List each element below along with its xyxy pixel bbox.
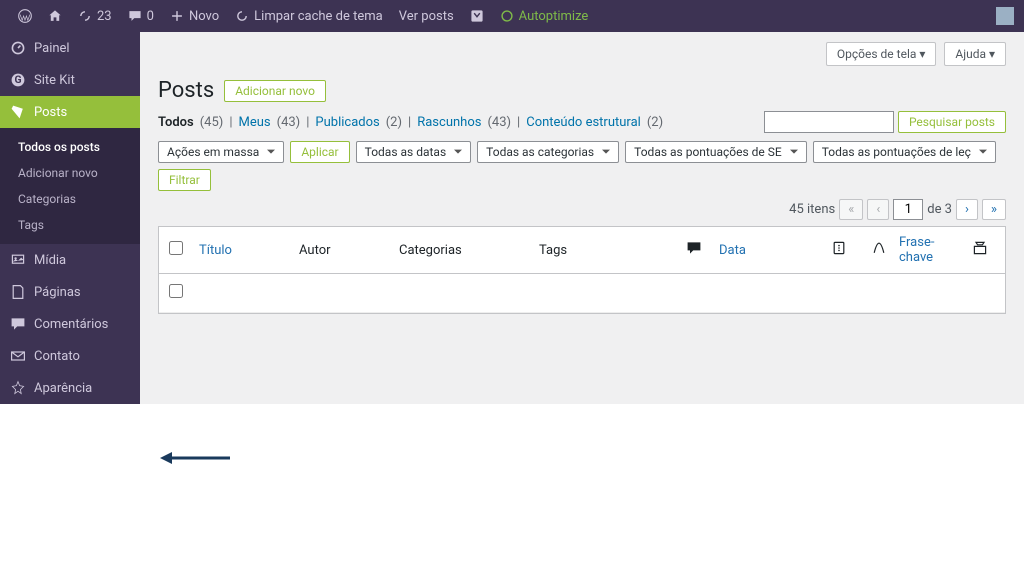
col-tags: Tags bbox=[539, 243, 669, 258]
col-date[interactable]: Data bbox=[719, 243, 819, 258]
col-readability-icon[interactable] bbox=[859, 240, 899, 260]
page-input[interactable] bbox=[893, 199, 923, 220]
col-keyword[interactable]: Frase-chave bbox=[899, 235, 965, 265]
view-posts-link[interactable]: Ver posts bbox=[391, 9, 462, 24]
new-link[interactable]: Novo bbox=[162, 9, 227, 24]
col-comments-icon[interactable] bbox=[669, 240, 719, 260]
readability-select[interactable]: Todas as pontuações de leç bbox=[813, 141, 996, 163]
table-header: Título Autor Categorias Tags Data Frase-… bbox=[159, 227, 1005, 274]
col-categories: Categorias bbox=[399, 243, 539, 258]
filter-mine[interactable]: Meus bbox=[239, 115, 271, 130]
pagination: 45 itens « ‹ de 3 › » bbox=[140, 199, 1024, 226]
page-title: Posts bbox=[158, 78, 214, 103]
bulk-actions-row: Ações em massa Aplicar Todas as datas To… bbox=[140, 141, 1024, 199]
comments-link[interactable]: 0 bbox=[120, 9, 162, 24]
clear-cache-link[interactable]: Limpar cache de tema bbox=[227, 9, 391, 24]
sidebar-posts[interactable]: Posts bbox=[0, 96, 140, 128]
help-button[interactable]: Ajuda ▾ bbox=[944, 42, 1006, 66]
posts-submenu: Todos os posts Adicionar novo Categorias… bbox=[0, 128, 140, 244]
page-last[interactable]: » bbox=[982, 199, 1006, 220]
home-icon[interactable] bbox=[40, 9, 70, 23]
sidebar-media[interactable]: Mídia bbox=[0, 244, 140, 276]
table-row bbox=[159, 274, 1005, 313]
yoast-icon[interactable] bbox=[462, 9, 492, 23]
page-next[interactable]: › bbox=[956, 199, 978, 220]
user-avatar[interactable] bbox=[996, 7, 1014, 25]
select-all-checkbox[interactable] bbox=[169, 241, 183, 255]
apply-button[interactable]: Aplicar bbox=[290, 141, 349, 163]
bulk-action-select[interactable]: Ações em massa bbox=[158, 141, 284, 163]
admin-sidebar: Painel GSite Kit Posts Todos os posts Ad… bbox=[0, 32, 140, 404]
row-checkbox[interactable] bbox=[169, 284, 183, 298]
search-button[interactable]: Pesquisar posts bbox=[898, 111, 1006, 133]
col-links-icon[interactable] bbox=[965, 240, 995, 260]
sidebar-sitekit[interactable]: GSite Kit bbox=[0, 64, 140, 96]
page-first[interactable]: « bbox=[839, 199, 863, 220]
sidebar-dashboard[interactable]: Painel bbox=[0, 32, 140, 64]
dates-select[interactable]: Todas as datas bbox=[356, 141, 472, 163]
submenu-add-new[interactable]: Adicionar novo bbox=[0, 160, 140, 186]
svg-text:G: G bbox=[14, 73, 21, 86]
filter-structural[interactable]: Conteúdo estrutural bbox=[526, 115, 641, 130]
wp-logo[interactable] bbox=[10, 9, 40, 23]
sidebar-comments[interactable]: Comentários bbox=[0, 308, 140, 340]
col-seo-icon[interactable] bbox=[819, 240, 859, 260]
seo-score-select[interactable]: Todas as pontuações de SE bbox=[625, 141, 807, 163]
posts-table: Título Autor Categorias Tags Data Frase-… bbox=[158, 226, 1006, 314]
col-title[interactable]: Título bbox=[199, 243, 299, 258]
admin-toolbar: 23 0 Novo Limpar cache de tema Ver posts… bbox=[0, 0, 1024, 32]
submenu-categories[interactable]: Categorias bbox=[0, 186, 140, 212]
submenu-tags[interactable]: Tags bbox=[0, 212, 140, 238]
search-input[interactable] bbox=[764, 111, 894, 133]
autoptimize-link[interactable]: Autoptimize bbox=[492, 9, 597, 24]
filter-drafts[interactable]: Rascunhos bbox=[417, 115, 481, 130]
sidebar-pages[interactable]: Páginas bbox=[0, 276, 140, 308]
add-new-button[interactable]: Adicionar novo bbox=[224, 80, 326, 102]
updates-link[interactable]: 23 bbox=[70, 9, 120, 24]
submenu-all-posts[interactable]: Todos os posts bbox=[0, 134, 140, 160]
filter-published[interactable]: Publicados bbox=[315, 115, 379, 130]
sidebar-contact[interactable]: Contato bbox=[0, 340, 140, 372]
filter-all[interactable]: Todos bbox=[158, 115, 194, 130]
main-content: Opções de tela ▾ Ajuda ▾ Posts Adicionar… bbox=[140, 32, 1024, 404]
filter-button[interactable]: Filtrar bbox=[158, 169, 211, 191]
categories-select[interactable]: Todas as categorias bbox=[477, 141, 619, 163]
screen-options-button[interactable]: Opções de tela ▾ bbox=[826, 42, 937, 66]
col-author: Autor bbox=[299, 243, 399, 258]
status-filters: Todos(45) | Meus(43) | Publicados(2) | R… bbox=[140, 111, 1024, 141]
page-prev[interactable]: ‹ bbox=[867, 199, 889, 220]
sidebar-appearance[interactable]: Aparência bbox=[0, 372, 140, 404]
annotation-arrow bbox=[160, 448, 230, 472]
